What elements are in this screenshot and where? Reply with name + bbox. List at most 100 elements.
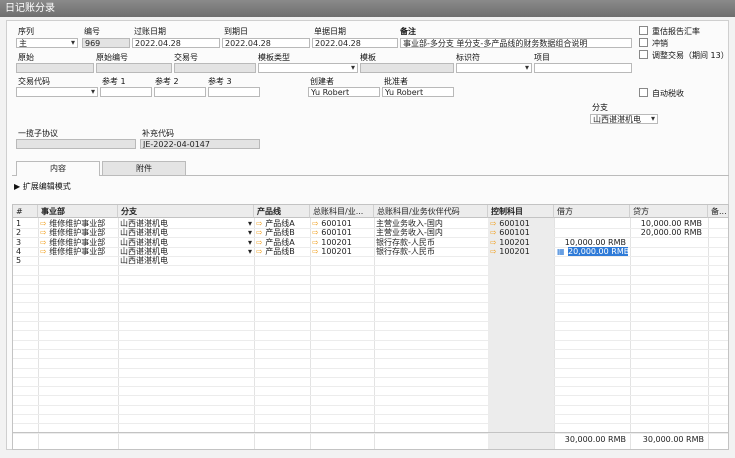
link-arrow-icon[interactable]: ⇨ <box>256 238 263 247</box>
col-header-branch[interactable]: 分支 <box>118 205 254 218</box>
row-division[interactable]: ⇨ 维修维护事业部 <box>40 219 118 228</box>
link-arrow-icon[interactable]: ⇨ <box>490 238 497 247</box>
expand-mode-toggle[interactable]: ▶ 扩展编辑模式 <box>14 181 71 192</box>
product-text: 产品线A <box>265 219 295 228</box>
revalue-label: 重估报告汇率 <box>652 27 700 36</box>
col-header-debit[interactable]: 借方 <box>554 205 630 218</box>
row-control[interactable]: ⇨ 100201 <box>490 247 554 256</box>
dropdown-icon[interactable]: ▾ <box>248 247 252 256</box>
remarks-field[interactable]: 事业部-多分支 单分支-多产品线的财务数据组合说明 <box>400 38 632 48</box>
col-header-control[interactable]: 控制科目 <box>488 205 554 218</box>
row-control[interactable]: ⇨ 600101 <box>490 219 554 228</box>
project-field[interactable] <box>534 63 632 73</box>
dropdown-icon[interactable]: ▾ <box>248 228 252 237</box>
row-credit[interactable]: 20,000.00 RMB <box>632 228 704 237</box>
dropdown-icon[interactable]: ▾ <box>248 219 252 228</box>
row-division[interactable]: ⇨ 维修维护事业部 <box>40 228 118 237</box>
reverse-checkbox[interactable] <box>639 38 648 47</box>
row-credit[interactable]: 10,000.00 RMB <box>632 219 704 228</box>
creator-field[interactable]: Yu Robert <box>308 87 380 97</box>
row-credit[interactable] <box>632 247 704 256</box>
origin-no-label: 原始编号 <box>96 53 128 62</box>
ref2-field[interactable] <box>154 87 206 97</box>
row-control[interactable] <box>490 256 554 265</box>
row-debit[interactable] <box>556 219 628 228</box>
row-credit[interactable] <box>632 256 704 265</box>
col-header-remarks[interactable]: 备... <box>708 205 728 218</box>
col-header-no[interactable]: # <box>13 205 38 218</box>
row-account[interactable]: ⇨ 600101 <box>312 228 374 237</box>
row-branch[interactable]: 山西谌湛机电 ▾ <box>120 219 254 228</box>
row-product[interactable] <box>256 256 310 265</box>
row-division[interactable]: ⇨ 维修维护事业部 <box>40 247 118 256</box>
col-header-credit[interactable]: 贷方 <box>630 205 708 218</box>
approver-field[interactable]: Yu Robert <box>382 87 454 97</box>
link-arrow-icon[interactable]: ⇨ <box>40 228 47 237</box>
tab-attachments[interactable]: 附件 <box>102 161 186 175</box>
row-debit[interactable] <box>556 228 628 237</box>
link-arrow-icon[interactable]: ⇨ <box>40 238 47 247</box>
link-arrow-icon[interactable]: ⇨ <box>490 228 497 237</box>
adjust-checkbox[interactable] <box>639 50 648 59</box>
row-account[interactable]: ⇨ 600101 <box>312 219 374 228</box>
row-debit[interactable]: 20,000.00 RMB <box>568 246 628 256</box>
ref1-field[interactable] <box>100 87 152 97</box>
link-arrow-icon[interactable]: ⇨ <box>40 219 47 228</box>
row-credit[interactable] <box>632 238 704 247</box>
creator-label: 创建者 <box>310 77 334 86</box>
row-debit[interactable]: 10,000.00 RMB <box>556 238 628 247</box>
series-select[interactable]: 主 <box>16 38 78 48</box>
calculator-icon[interactable]: ▦ <box>557 247 566 256</box>
number-field[interactable]: 969 <box>82 38 130 48</box>
link-arrow-icon[interactable]: ⇨ <box>256 228 263 237</box>
row-branch[interactable]: 山西谌湛机电 ▾ <box>120 247 254 256</box>
posting-date-field[interactable]: 2022.04.28 <box>132 38 220 48</box>
row-account[interactable]: ⇨ 100201 <box>312 247 374 256</box>
revalue-checkbox[interactable] <box>639 26 648 35</box>
due-date-field[interactable]: 2022.04.28 <box>222 38 310 48</box>
link-arrow-icon[interactable]: ⇨ <box>490 219 497 228</box>
link-arrow-icon[interactable]: ⇨ <box>312 228 319 237</box>
project-label: 项目 <box>534 53 550 62</box>
branch-text: 山西谌湛机电 <box>120 228 168 238</box>
branch-select[interactable]: 山西谌湛机电 <box>590 114 658 124</box>
origin-label: 原始 <box>18 53 34 62</box>
col-header-account[interactable]: 总账科目/业... <box>310 205 374 218</box>
auto-tax-checkbox[interactable] <box>639 88 648 97</box>
row-control[interactable]: ⇨ 600101 <box>490 228 554 237</box>
row-account[interactable] <box>312 256 374 265</box>
doc-date-field[interactable]: 2022.04.28 <box>312 38 398 48</box>
row-branch[interactable]: 山西谌湛机电 ▾ <box>120 238 254 247</box>
col-header-account-name[interactable]: 总账科目/业务伙伴代码 <box>374 205 488 218</box>
row-control[interactable]: ⇨ 100201 <box>490 238 554 247</box>
indicator-select[interactable] <box>456 63 532 73</box>
row-branch[interactable]: 山西谌湛机电 ▾ <box>120 228 254 237</box>
dropdown-icon[interactable]: ▾ <box>248 238 252 247</box>
link-arrow-icon[interactable]: ⇨ <box>256 219 263 228</box>
link-arrow-icon[interactable]: ⇨ <box>312 247 319 256</box>
link-arrow-icon[interactable]: ⇨ <box>490 247 497 256</box>
row-debit[interactable] <box>556 256 628 265</box>
template-field[interactable] <box>360 63 454 73</box>
row-division[interactable] <box>40 256 118 265</box>
row-number: 3 <box>16 237 22 247</box>
row-branch[interactable]: 山西谌湛机电 <box>120 256 254 265</box>
link-arrow-icon[interactable]: ⇨ <box>256 247 263 256</box>
row-account[interactable]: ⇨ 100201 <box>312 238 374 247</box>
link-arrow-icon[interactable]: ⇨ <box>40 247 47 256</box>
row-account-name <box>376 256 488 265</box>
col-header-division[interactable]: 事业部 <box>38 205 118 218</box>
ref3-field[interactable] <box>208 87 260 97</box>
template-type-select[interactable] <box>258 63 358 73</box>
row-division[interactable]: ⇨ 维修维护事业部 <box>40 238 118 247</box>
row-product[interactable]: ⇨ 产品线A <box>256 219 310 228</box>
series-label: 序列 <box>18 27 34 36</box>
row-product[interactable]: ⇨ 产品线B <box>256 247 310 256</box>
col-header-product[interactable]: 产品线 <box>254 205 310 218</box>
trans-code-select[interactable] <box>16 87 98 97</box>
row-product[interactable]: ⇨ 产品线B <box>256 228 310 237</box>
link-arrow-icon[interactable]: ⇨ <box>312 219 319 228</box>
link-arrow-icon[interactable]: ⇨ <box>312 238 319 247</box>
tab-content[interactable]: 内容 <box>16 161 100 176</box>
row-product[interactable]: ⇨ 产品线A <box>256 238 310 247</box>
